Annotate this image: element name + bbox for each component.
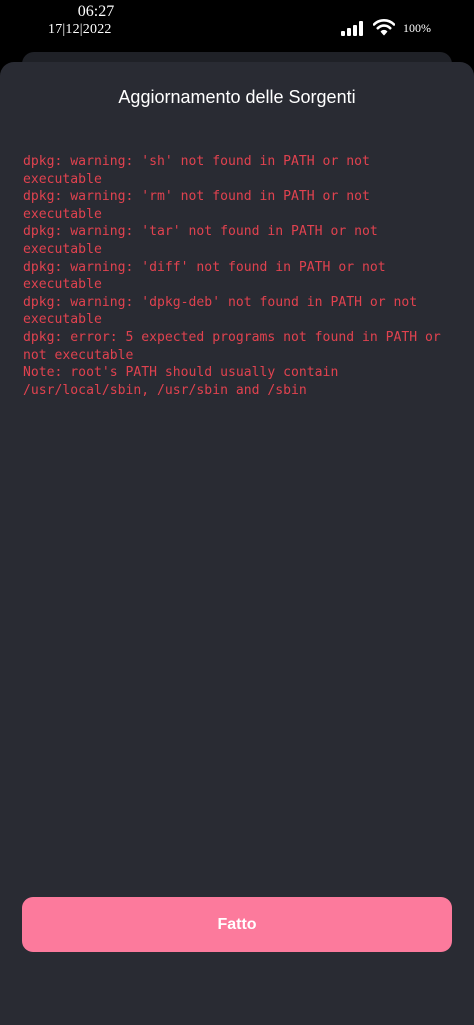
log-line: dpkg: warning: 'sh' not found in PATH or… <box>23 154 378 187</box>
status-bar: 06:27 17|12|2022 100% <box>0 0 474 56</box>
status-time: 06:27 <box>77 3 115 20</box>
done-button[interactable]: Fatto <box>22 897 452 952</box>
log-line: dpkg: warning: 'tar' not found in PATH o… <box>23 224 386 257</box>
wifi-icon <box>373 19 395 36</box>
log-line: dpkg: warning: 'dpkg-deb' not found in P… <box>23 294 426 328</box>
status-date: 17|12|2022 <box>48 22 112 37</box>
log-line: dpkg: warning: 'rm' not found in PATH or… <box>23 189 378 222</box>
log-line: dpkg: error: 5 expected programs not fou… <box>23 329 449 363</box>
log-output: dpkg: warning: 'sh' not found in PATH or… <box>23 153 455 399</box>
battery-percentage: 100% <box>403 21 431 35</box>
sheet-title: Aggiornamento delle Sorgenti <box>118 87 356 107</box>
log-line: dpkg: warning: 'diff' not found in PATH … <box>23 259 394 293</box>
signal-icon <box>341 20 367 36</box>
log-line: Note: root's PATH should usually contain… <box>23 365 347 398</box>
